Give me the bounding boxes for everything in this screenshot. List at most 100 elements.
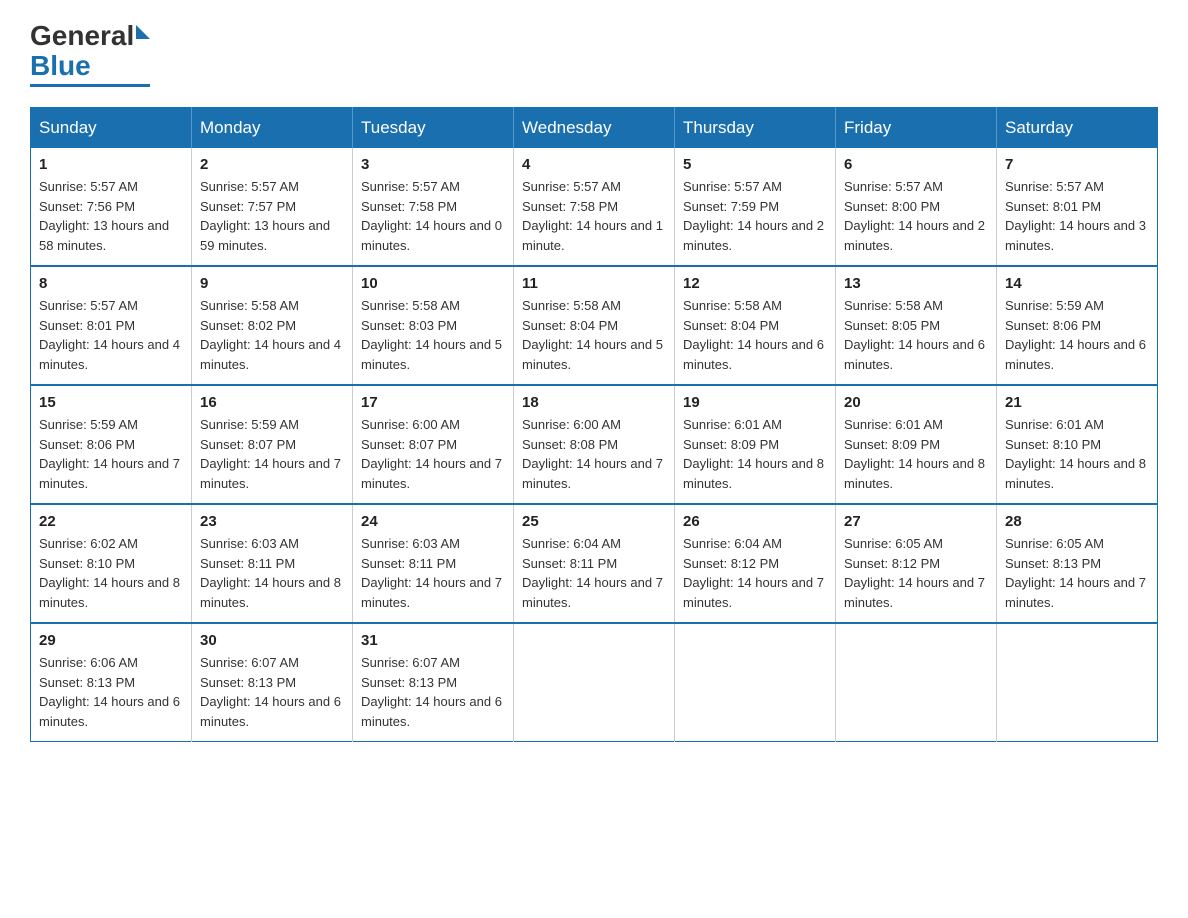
calendar-cell (836, 623, 997, 742)
day-number: 10 (361, 275, 505, 292)
calendar-cell: 15Sunrise: 5:59 AMSunset: 8:06 PMDayligh… (31, 385, 192, 504)
calendar-cell: 25 Sunrise: 6:04 AMSunset: 8:11 PMDayligh… (514, 504, 675, 623)
calendar-cell: 29 Sunrise: 6:06 AMSunset: 8:13 PMDayligh… (31, 623, 192, 742)
calendar-cell: 23Sunrise: 6:03 AMSunset: 8:11 PMDayligh… (192, 504, 353, 623)
calendar-cell: 20 Sunrise: 6:01 AMSunset: 8:09 PMDayligh… (836, 385, 997, 504)
calendar-cell: 14 Sunrise: 5:59 AMSunset: 8:06 PMDayligh… (997, 266, 1158, 385)
day-info: Sunrise: 5:58 AMSunset: 8:04 PMDaylight:… (522, 296, 666, 374)
day-number: 30 (200, 632, 344, 649)
day-number: 22 (39, 513, 183, 530)
day-info: Sunrise: 6:01 AMSunset: 8:09 PMDaylight:… (683, 415, 827, 493)
day-number: 28 (1005, 513, 1149, 530)
day-info: Sunrise: 6:05 AMSunset: 8:12 PMDaylight:… (844, 534, 988, 612)
day-number: 27 (844, 513, 988, 530)
day-info: Sunrise: 6:06 AMSunset: 8:13 PMDaylight:… (39, 653, 183, 731)
calendar-week-row: 29 Sunrise: 6:06 AMSunset: 8:13 PMDayligh… (31, 623, 1158, 742)
calendar-week-row: 8 Sunrise: 5:57 AMSunset: 8:01 PMDaylight… (31, 266, 1158, 385)
calendar-cell: 3 Sunrise: 5:57 AMSunset: 7:58 PMDaylight… (353, 148, 514, 266)
calendar-cell: 28 Sunrise: 6:05 AMSunset: 8:13 PMDayligh… (997, 504, 1158, 623)
logo-blue-text: Blue (30, 50, 91, 82)
calendar-cell: 12 Sunrise: 5:58 AMSunset: 8:04 PMDayligh… (675, 266, 836, 385)
calendar-cell (514, 623, 675, 742)
calendar-cell: 17 Sunrise: 6:00 AMSunset: 8:07 PMDayligh… (353, 385, 514, 504)
day-number: 8 (39, 275, 183, 292)
calendar-cell: 31 Sunrise: 6:07 AMSunset: 8:13 PMDayligh… (353, 623, 514, 742)
weekday-header-row: SundayMondayTuesdayWednesdayThursdayFrid… (31, 108, 1158, 149)
day-number: 7 (1005, 156, 1149, 173)
calendar-cell: 18 Sunrise: 6:00 AMSunset: 8:08 PMDayligh… (514, 385, 675, 504)
logo-triangle-icon (136, 25, 150, 39)
calendar-cell (675, 623, 836, 742)
day-number: 21 (1005, 394, 1149, 411)
day-number: 9 (200, 275, 344, 292)
calendar-cell: 5 Sunrise: 5:57 AMSunset: 7:59 PMDaylight… (675, 148, 836, 266)
day-info: Sunrise: 5:57 AMSunset: 7:56 PMDaylight:… (39, 177, 183, 255)
calendar-cell: 9Sunrise: 5:58 AMSunset: 8:02 PMDaylight… (192, 266, 353, 385)
calendar-cell: 21 Sunrise: 6:01 AMSunset: 8:10 PMDayligh… (997, 385, 1158, 504)
calendar-cell: 30Sunrise: 6:07 AMSunset: 8:13 PMDayligh… (192, 623, 353, 742)
weekday-header-thursday: Thursday (675, 108, 836, 149)
calendar-cell: 7 Sunrise: 5:57 AMSunset: 8:01 PMDaylight… (997, 148, 1158, 266)
day-number: 2 (200, 156, 344, 173)
day-info: Sunrise: 5:58 AMSunset: 8:03 PMDaylight:… (361, 296, 505, 374)
day-info: Sunrise: 6:07 AMSunset: 8:13 PMDaylight:… (361, 653, 505, 731)
day-info: Sunrise: 5:57 AMSunset: 7:59 PMDaylight:… (683, 177, 827, 255)
day-number: 17 (361, 394, 505, 411)
calendar-cell: 8 Sunrise: 5:57 AMSunset: 8:01 PMDaylight… (31, 266, 192, 385)
day-number: 19 (683, 394, 827, 411)
day-number: 20 (844, 394, 988, 411)
day-info: Sunrise: 6:03 AMSunset: 8:11 PMDaylight:… (361, 534, 505, 612)
day-info: Sunrise: 5:59 AMSunset: 8:07 PMDaylight:… (200, 415, 344, 493)
weekday-header-monday: Monday (192, 108, 353, 149)
day-number: 31 (361, 632, 505, 649)
day-number: 16 (200, 394, 344, 411)
calendar-week-row: 22Sunrise: 6:02 AMSunset: 8:10 PMDayligh… (31, 504, 1158, 623)
logo-underline (30, 84, 150, 87)
day-info: Sunrise: 5:58 AMSunset: 8:04 PMDaylight:… (683, 296, 827, 374)
day-info: Sunrise: 5:57 AMSunset: 7:58 PMDaylight:… (522, 177, 666, 255)
day-number: 13 (844, 275, 988, 292)
day-number: 5 (683, 156, 827, 173)
day-info: Sunrise: 6:01 AMSunset: 8:10 PMDaylight:… (1005, 415, 1149, 493)
day-number: 25 (522, 513, 666, 530)
day-number: 11 (522, 275, 666, 292)
weekday-header-tuesday: Tuesday (353, 108, 514, 149)
calendar-week-row: 15Sunrise: 5:59 AMSunset: 8:06 PMDayligh… (31, 385, 1158, 504)
day-info: Sunrise: 6:01 AMSunset: 8:09 PMDaylight:… (844, 415, 988, 493)
day-number: 12 (683, 275, 827, 292)
calendar-cell (997, 623, 1158, 742)
calendar-cell: 22Sunrise: 6:02 AMSunset: 8:10 PMDayligh… (31, 504, 192, 623)
calendar-cell: 19 Sunrise: 6:01 AMSunset: 8:09 PMDayligh… (675, 385, 836, 504)
calendar-cell: 27 Sunrise: 6:05 AMSunset: 8:12 PMDayligh… (836, 504, 997, 623)
calendar-cell: 11 Sunrise: 5:58 AMSunset: 8:04 PMDayligh… (514, 266, 675, 385)
calendar-cell: 10 Sunrise: 5:58 AMSunset: 8:03 PMDayligh… (353, 266, 514, 385)
day-number: 1 (39, 156, 183, 173)
day-info: Sunrise: 5:57 AMSunset: 7:57 PMDaylight:… (200, 177, 344, 255)
calendar-table: SundayMondayTuesdayWednesdayThursdayFrid… (30, 107, 1158, 742)
page-header: General Blue (30, 20, 1158, 87)
day-info: Sunrise: 5:57 AMSunset: 8:00 PMDaylight:… (844, 177, 988, 255)
day-number: 4 (522, 156, 666, 173)
day-info: Sunrise: 5:57 AMSunset: 7:58 PMDaylight:… (361, 177, 505, 255)
day-info: Sunrise: 5:57 AMSunset: 8:01 PMDaylight:… (1005, 177, 1149, 255)
day-info: Sunrise: 5:57 AMSunset: 8:01 PMDaylight:… (39, 296, 183, 374)
day-info: Sunrise: 6:00 AMSunset: 8:08 PMDaylight:… (522, 415, 666, 493)
weekday-header-sunday: Sunday (31, 108, 192, 149)
day-info: Sunrise: 5:59 AMSunset: 8:06 PMDaylight:… (1005, 296, 1149, 374)
day-number: 14 (1005, 275, 1149, 292)
weekday-header-saturday: Saturday (997, 108, 1158, 149)
day-info: Sunrise: 6:04 AMSunset: 8:11 PMDaylight:… (522, 534, 666, 612)
day-number: 24 (361, 513, 505, 530)
day-info: Sunrise: 6:05 AMSunset: 8:13 PMDaylight:… (1005, 534, 1149, 612)
day-info: Sunrise: 6:00 AMSunset: 8:07 PMDaylight:… (361, 415, 505, 493)
day-info: Sunrise: 5:59 AMSunset: 8:06 PMDaylight:… (39, 415, 183, 493)
day-info: Sunrise: 5:58 AMSunset: 8:05 PMDaylight:… (844, 296, 988, 374)
calendar-cell: 13 Sunrise: 5:58 AMSunset: 8:05 PMDayligh… (836, 266, 997, 385)
weekday-header-wednesday: Wednesday (514, 108, 675, 149)
day-number: 23 (200, 513, 344, 530)
day-number: 3 (361, 156, 505, 173)
day-number: 18 (522, 394, 666, 411)
calendar-cell: 2 Sunrise: 5:57 AMSunset: 7:57 PMDaylight… (192, 148, 353, 266)
calendar-cell: 6Sunrise: 5:57 AMSunset: 8:00 PMDaylight… (836, 148, 997, 266)
day-number: 29 (39, 632, 183, 649)
